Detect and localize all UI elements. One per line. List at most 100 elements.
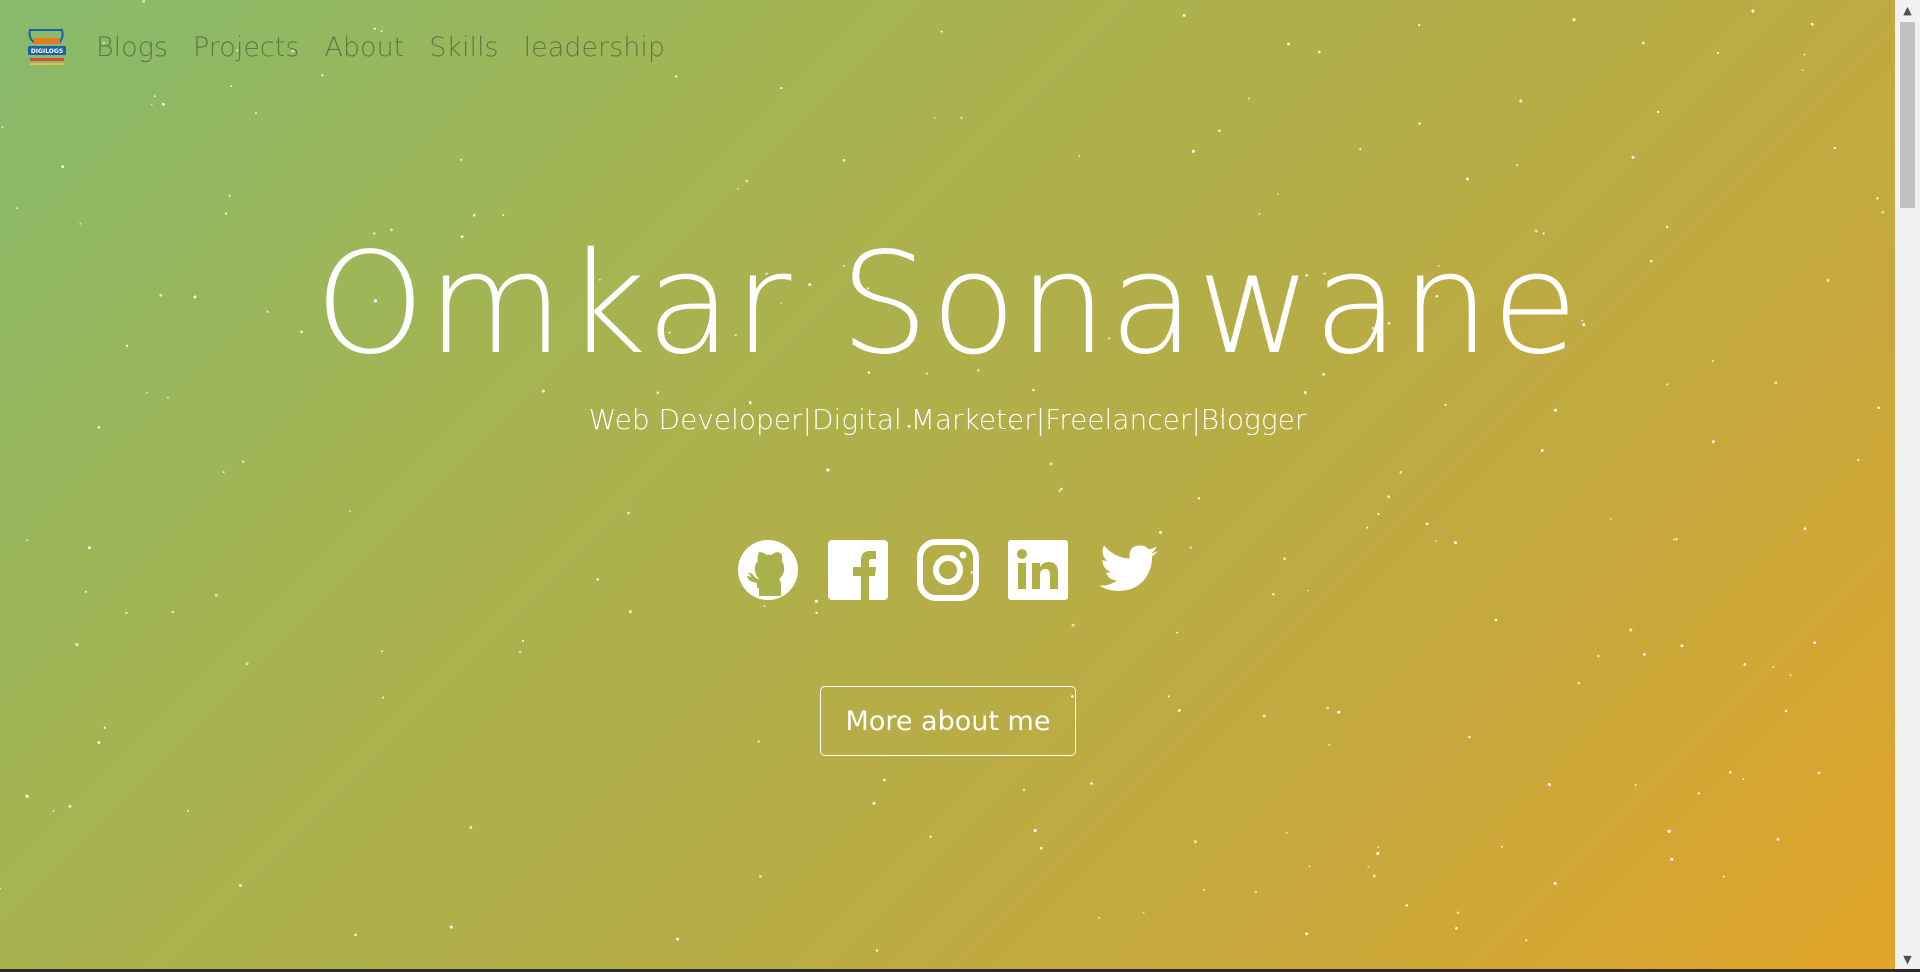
star-dot xyxy=(1247,97,1250,100)
star-dot xyxy=(1090,782,1093,785)
star-dot xyxy=(1680,644,1684,648)
star-dot xyxy=(1202,888,1205,891)
star-dot xyxy=(1167,695,1170,698)
star-dot xyxy=(1142,911,1145,914)
star-dot xyxy=(1813,641,1817,645)
star-dot xyxy=(1049,462,1053,466)
star-dot xyxy=(929,835,932,838)
star-dot xyxy=(1191,149,1195,153)
star-dot xyxy=(1803,53,1806,56)
star-dot xyxy=(1326,706,1330,710)
star-dot xyxy=(502,213,505,217)
star-dot xyxy=(1776,837,1780,841)
nav-link-about[interactable]: About xyxy=(324,32,404,63)
star-dot xyxy=(1801,69,1804,72)
star-dot xyxy=(882,778,886,782)
star-dot xyxy=(541,389,545,393)
nav-link-projects[interactable]: Projects xyxy=(193,32,299,63)
star-dot xyxy=(815,611,818,615)
star-dot xyxy=(1643,653,1646,656)
star-dot xyxy=(1494,618,1498,622)
star-dot xyxy=(97,741,101,744)
star-dot xyxy=(757,740,760,743)
star-dot xyxy=(25,794,29,798)
star-dot xyxy=(675,75,678,78)
star-dot xyxy=(1716,51,1720,55)
nav-link-blogs[interactable]: Blogs xyxy=(96,32,168,63)
star-dot xyxy=(1456,911,1460,914)
star-dot xyxy=(1258,212,1261,215)
star-dot xyxy=(758,874,762,878)
scroll-down-arrow-icon[interactable]: ▼ xyxy=(1895,949,1920,969)
star-dot xyxy=(1193,840,1197,844)
star-dot xyxy=(1501,845,1503,848)
star-dot xyxy=(1657,110,1660,114)
instagram-icon[interactable] xyxy=(916,538,980,602)
star-dot xyxy=(780,87,783,90)
facebook-icon[interactable] xyxy=(826,538,890,602)
star-dot xyxy=(842,158,846,162)
twitter-icon[interactable] xyxy=(1096,538,1160,602)
star-dot xyxy=(1078,154,1081,157)
star-dot xyxy=(933,116,936,119)
star-dot xyxy=(1022,788,1026,792)
star-dot xyxy=(52,810,55,813)
star-dot xyxy=(1455,927,1458,930)
star-dot xyxy=(241,460,245,464)
star-dot xyxy=(145,391,148,394)
site-logo[interactable]: DIGILOGS xyxy=(24,24,70,70)
star-dot xyxy=(1337,710,1341,714)
star-dot xyxy=(1366,526,1369,529)
scroll-up-arrow-icon[interactable]: ▲ xyxy=(1895,0,1920,20)
star-dot xyxy=(187,809,190,812)
star-dot xyxy=(1817,771,1821,775)
star-dot xyxy=(254,111,258,115)
star-dot xyxy=(1629,628,1633,632)
star-dot xyxy=(1287,42,1290,46)
hero-background: DIGILOGS Blogs Projects About Skills lea… xyxy=(0,0,1895,969)
star-dot xyxy=(940,30,943,33)
star-dot xyxy=(1634,783,1637,787)
navbar: DIGILOGS Blogs Projects About Skills lea… xyxy=(24,24,690,70)
star-dot xyxy=(349,510,352,513)
vertical-scrollbar[interactable]: ▲ ▼ xyxy=(1895,0,1920,969)
star-dot xyxy=(1058,489,1061,493)
more-about-me-button[interactable]: More about me xyxy=(820,686,1076,756)
star-dot xyxy=(676,937,679,941)
star-dot xyxy=(518,650,522,654)
star-dot xyxy=(1697,792,1700,795)
star-dot xyxy=(1377,512,1380,516)
social-links xyxy=(0,538,1895,602)
star-dot xyxy=(875,949,879,952)
star-dot xyxy=(103,726,106,729)
nav-link-leadership[interactable]: leadership xyxy=(524,32,665,63)
star-dot xyxy=(68,804,72,808)
star-dot xyxy=(627,511,630,515)
star-dot xyxy=(1572,18,1576,22)
star-dot xyxy=(826,468,830,472)
nav-link-skills[interactable]: Skills xyxy=(429,32,498,63)
star-dot xyxy=(1803,527,1807,531)
star-dot xyxy=(1729,770,1732,774)
github-icon[interactable] xyxy=(736,538,800,602)
star-dot xyxy=(469,826,473,829)
star-dot xyxy=(1881,210,1885,214)
star-dot xyxy=(1519,99,1523,103)
star-dot xyxy=(142,0,146,3)
logo-icon: DIGILOGS xyxy=(28,29,66,65)
star-dot xyxy=(1516,164,1519,167)
star-dot xyxy=(166,396,169,399)
star-dot xyxy=(1098,916,1101,919)
scrollbar-thumb[interactable] xyxy=(1900,22,1915,208)
starfield xyxy=(0,0,1885,952)
star-dot xyxy=(1418,122,1421,125)
star-dot xyxy=(153,95,156,98)
star-dot xyxy=(521,639,525,643)
star-dot xyxy=(1032,388,1035,392)
linkedin-icon[interactable] xyxy=(1006,538,1070,602)
star-dot xyxy=(1810,22,1814,26)
star-dot xyxy=(1405,904,1409,907)
star-dot xyxy=(1377,846,1380,849)
star-dot xyxy=(381,650,384,653)
star-dot xyxy=(1158,530,1163,534)
